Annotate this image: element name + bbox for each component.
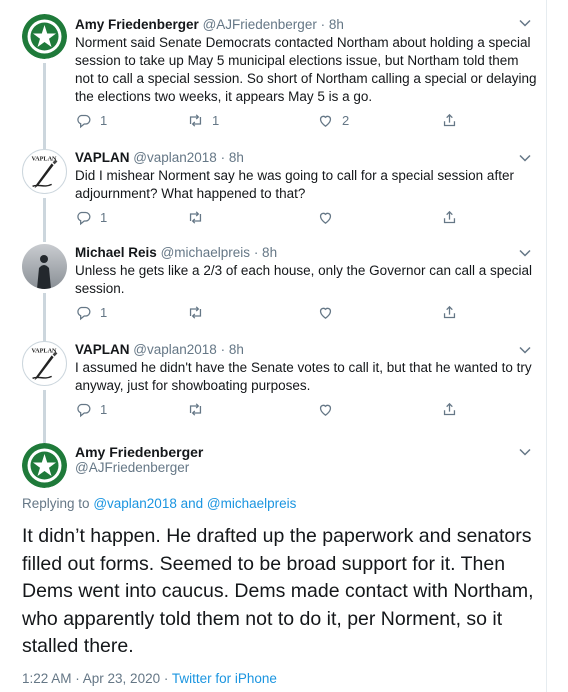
share-button[interactable]	[441, 111, 458, 129]
share-button[interactable]	[441, 400, 458, 418]
source-link[interactable]: Twitter for iPhone	[172, 671, 277, 686]
heart-icon	[319, 307, 332, 319]
thread-line	[43, 63, 46, 144]
like-count: 2	[342, 112, 350, 128]
reply-button[interactable]: 1	[75, 208, 107, 226]
share-icon	[443, 402, 456, 415]
chevron-down-icon[interactable]	[518, 246, 532, 260]
share-icon	[443, 210, 456, 223]
retweet-icon	[189, 305, 202, 319]
chevron-down-icon[interactable]	[518, 151, 532, 165]
reply-icon	[77, 306, 91, 320]
replying-and[interactable]: and	[181, 496, 204, 511]
tweet-3[interactable]: Michael Reis @michaelpreis · 8h Unless h…	[0, 244, 546, 344]
reply-button[interactable]: 1	[75, 303, 107, 321]
share-icon	[443, 305, 456, 318]
main-tweet-text: It didn’t happen. He drafted up the pape…	[22, 525, 534, 657]
vaplan-avatar[interactable]: VAPLAN	[22, 149, 67, 194]
reply-icon	[77, 211, 91, 225]
retweet-button[interactable]	[187, 303, 204, 321]
reply-count: 1	[100, 209, 108, 225]
tweet-actions: 1	[75, 303, 475, 323]
thread-line	[43, 134, 46, 149]
tweet-header: VAPLAN @vaplan2018 · 8h	[75, 149, 244, 167]
timestamp-text[interactable]: 1:22 AM · Apr 23, 2020 ·	[22, 671, 172, 686]
tweet-time[interactable]: · 8h	[254, 245, 277, 260]
vaplan-avatar[interactable]: VAPLAN	[22, 341, 67, 386]
author-name[interactable]: Michael Reis	[75, 245, 157, 260]
author-handle[interactable]: @AJFriedenberger	[203, 17, 317, 32]
tweet-timestamp: 1:22 AM · Apr 23, 2020 · Twitter for iPh…	[22, 671, 277, 686]
mention-link[interactable]: @vaplan2018	[93, 496, 177, 511]
author-handle[interactable]: @michaelpreis	[161, 245, 250, 260]
author-handle[interactable]: @vaplan2018	[133, 150, 217, 165]
reply-count: 1	[100, 304, 108, 320]
retweet-button[interactable]	[187, 400, 204, 418]
replying-to: Replying to @vaplan2018 and @michaelprei…	[22, 496, 296, 511]
tweet-text: Norment said Senate Democrats contacted …	[75, 35, 537, 104]
tweet-actions: 1	[75, 208, 475, 228]
retweet-icon	[189, 113, 202, 127]
tweet-time[interactable]: · 8h	[221, 150, 244, 165]
thread-line	[43, 390, 46, 443]
author-name[interactable]: Amy Friedenberger	[75, 17, 199, 32]
chevron-down-icon[interactable]	[518, 343, 532, 357]
reply-button[interactable]: 1	[75, 111, 107, 129]
main-tweet: Amy Friedenberger @AJFriedenberger Reply…	[0, 443, 546, 692]
amy-avatar[interactable]	[22, 14, 67, 59]
like-button[interactable]	[317, 400, 334, 418]
like-button[interactable]	[317, 208, 334, 226]
heart-icon	[319, 212, 332, 224]
mention-link[interactable]: @michaelpreis	[207, 496, 296, 511]
tweet-time[interactable]: · 8h	[321, 17, 344, 32]
tweet-1[interactable]: Amy Friedenberger @AJFriedenberger · 8h …	[0, 14, 546, 144]
tweet-4[interactable]: VAPLAN VAPLAN @vaplan2018 · 8h I assumed…	[0, 341, 546, 443]
heart-icon	[319, 115, 332, 127]
reply-count: 1	[100, 401, 108, 417]
replying-prefix: Replying to	[22, 496, 90, 511]
vaplan-logo-text: VAPLAN	[31, 156, 57, 163]
michael-avatar[interactable]	[22, 244, 67, 289]
retweet-button[interactable]	[187, 208, 204, 226]
retweet-icon	[189, 210, 202, 224]
share-button[interactable]	[441, 303, 458, 321]
author-name[interactable]: Amy Friedenberger	[75, 444, 203, 460]
reply-count: 1	[100, 112, 108, 128]
tweet-time[interactable]: · 8h	[221, 342, 244, 357]
reply-icon	[77, 114, 91, 128]
tweet-text: I assumed he didn't have the Senate vote…	[75, 360, 532, 393]
retweet-count: 1	[212, 112, 220, 128]
tweet-header: VAPLAN @vaplan2018 · 8h	[75, 341, 244, 359]
share-icon	[443, 113, 456, 126]
retweet-icon	[189, 402, 202, 416]
author-handle[interactable]: @vaplan2018	[133, 342, 217, 357]
thread-line	[43, 293, 46, 344]
tweet-header: Michael Reis @michaelpreis · 8h	[75, 244, 277, 262]
tweet-actions: 1 1 2	[75, 111, 475, 131]
heart-icon	[319, 404, 332, 416]
like-button[interactable]	[317, 303, 334, 321]
like-button[interactable]: 2	[317, 111, 349, 129]
chevron-down-icon[interactable]	[518, 445, 532, 459]
tweet-text: Unless he gets like a 2/3 of each house,…	[75, 263, 533, 296]
tweet-actions: 1	[75, 400, 475, 420]
tweet-header: Amy Friedenberger @AJFriedenberger · 8h	[75, 16, 344, 34]
reply-icon	[77, 403, 91, 417]
amy-avatar[interactable]	[22, 443, 67, 488]
author-name[interactable]: VAPLAN	[75, 342, 130, 357]
author-handle[interactable]: @AJFriedenberger	[75, 460, 189, 475]
tweet-text: Did I mishear Norment say he was going t…	[75, 168, 514, 201]
reply-button[interactable]: 1	[75, 400, 107, 418]
thread-line	[43, 198, 46, 242]
chevron-down-icon[interactable]	[518, 16, 532, 30]
vaplan-logo-text: VAPLAN	[31, 348, 57, 355]
tweet-2[interactable]: VAPLAN VAPLAN @vaplan2018 · 8h Did I mis…	[0, 134, 546, 242]
share-button[interactable]	[441, 208, 458, 226]
author-name[interactable]: VAPLAN	[75, 150, 130, 165]
retweet-button[interactable]: 1	[187, 111, 219, 129]
